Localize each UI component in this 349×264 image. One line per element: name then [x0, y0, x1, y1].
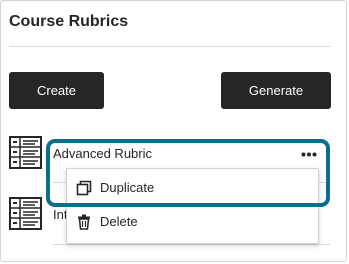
- delete-label: Delete: [100, 214, 138, 229]
- page-title: Course Rubrics: [9, 13, 129, 30]
- header-divider: [9, 46, 330, 47]
- trash-icon: [78, 214, 90, 230]
- delete-menu-item[interactable]: Delete: [67, 205, 318, 239]
- row-divider: [53, 244, 330, 245]
- rubric-grid-icon: [9, 136, 42, 169]
- create-button[interactable]: Create: [9, 72, 104, 109]
- focus-highlight: [46, 139, 330, 207]
- rubric-grid-icon: [9, 197, 42, 230]
- generate-button[interactable]: Generate: [221, 72, 331, 109]
